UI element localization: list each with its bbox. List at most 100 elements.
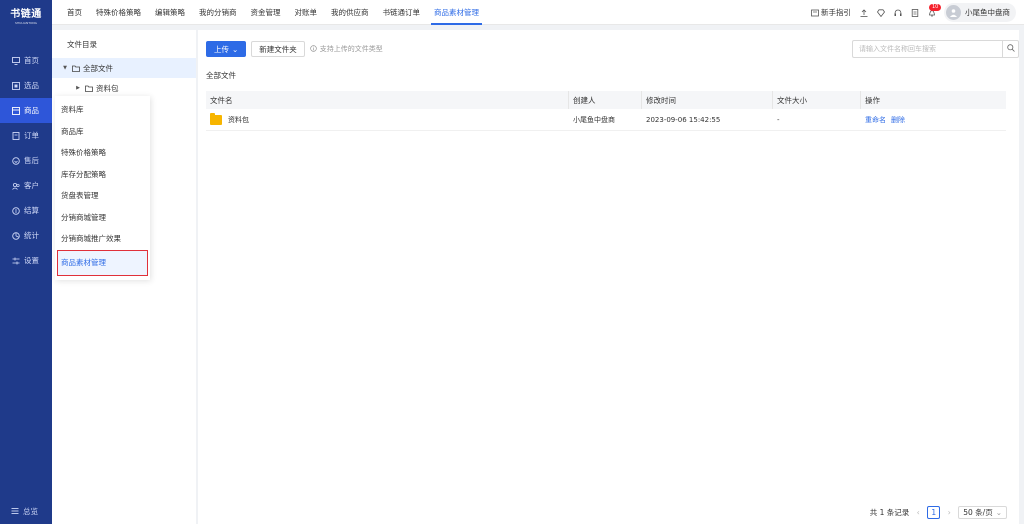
col-header-actions: 操作 xyxy=(865,95,880,105)
info-icon xyxy=(310,44,317,54)
main-content: 上传 ⌄ 新建文件夹 支持上传的文件类型 请输入文件名称回车搜索 全部文件 文件… xyxy=(198,30,1019,524)
tab-my-distributors[interactable]: 我的分销商 xyxy=(192,0,244,25)
tree-node-child[interactable]: ▶ 资料包 xyxy=(52,78,196,98)
file-table: 文件名 创建人 修改时间 文件大小 操作 资料包 小尾鱼中盘商 2023-09-… xyxy=(206,91,1006,131)
app-logo[interactable]: 书链通 SHULIANTONG xyxy=(0,0,52,30)
sidebar-overview-button[interactable]: 总览 xyxy=(0,502,52,520)
tab-slt-orders[interactable]: 书链通订单 xyxy=(376,0,428,25)
sidebar-item-label: 首页 xyxy=(24,56,39,65)
submenu-item-stock-strategy[interactable]: 库存分配策略 xyxy=(55,164,150,186)
tab-edit-strategy[interactable]: 编辑策略 xyxy=(148,0,192,25)
pagination: 共 1 条记录 ‹ 1 › 50 条/页 ⌄ xyxy=(870,506,1007,519)
new-folder-button[interactable]: 新建文件夹 xyxy=(251,41,305,57)
breadcrumb[interactable]: 全部文件 xyxy=(206,70,236,81)
top-bar: 首页 特殊价格策略 编辑策略 我的分销商 资金管理 对账单 我的供应商 书链通订… xyxy=(52,0,1024,25)
customer-icon xyxy=(11,181,20,190)
size-cell: - xyxy=(777,115,780,124)
settings-icon xyxy=(11,256,20,265)
col-header-size: 文件大小 xyxy=(773,91,861,109)
sidebar-item-label: 选品 xyxy=(24,81,39,90)
submenu-item-material[interactable]: 商品素材管理 xyxy=(57,249,148,276)
col-header-name: 文件名 xyxy=(206,91,569,109)
folder-icon xyxy=(210,112,222,125)
sidebar-item-customer[interactable]: 客户 xyxy=(0,173,52,198)
tree-node-label: 资料包 xyxy=(96,83,119,93)
sidebar-item-goods[interactable]: 商品 xyxy=(0,98,52,123)
toolbar: 上传 ⌄ 新建文件夹 支持上传的文件类型 xyxy=(206,41,383,57)
hint-label: 支持上传的文件类型 xyxy=(319,45,383,53)
main-sidebar: 书链通 SHULIANTONG 首页 选品 商品 订单 售后 客户 结算 统计 … xyxy=(0,0,52,524)
tree-node-label: 全部文件 xyxy=(83,63,113,73)
guide-label: 新手指引 xyxy=(821,8,851,17)
sidebar-item-select[interactable]: 选品 xyxy=(0,73,52,98)
sidebar-item-label: 订单 xyxy=(24,131,39,140)
rename-link[interactable]: 重命名 xyxy=(865,115,886,125)
submenu-item-library[interactable]: 资料库 xyxy=(55,99,150,121)
table-header: 文件名 创建人 修改时间 文件大小 操作 xyxy=(206,91,1006,109)
monitor-icon xyxy=(11,56,20,65)
submenu-item-goods-library[interactable]: 商品库 xyxy=(55,121,150,143)
upload-icon[interactable] xyxy=(859,8,868,17)
tab-funds[interactable]: 资金管理 xyxy=(244,0,288,25)
sidebar-nav: 首页 选品 商品 订单 售后 客户 结算 统计 设置 xyxy=(0,48,52,273)
search-box: 请输入文件名称回车搜索 xyxy=(852,40,1019,58)
aftersale-icon xyxy=(11,156,20,165)
file-name: 资料包 xyxy=(228,115,249,124)
sidebar-item-stats[interactable]: 统计 xyxy=(0,223,52,248)
next-page-icon[interactable]: › xyxy=(944,508,954,517)
tab-my-suppliers[interactable]: 我的供应商 xyxy=(324,0,376,25)
actions-cell: 重命名 删除 xyxy=(861,109,1006,130)
tree-node-root[interactable]: ▼ 全部文件 xyxy=(52,58,196,78)
sidebar-item-aftersale[interactable]: 售后 xyxy=(0,148,52,173)
sidebar-item-settings[interactable]: 设置 xyxy=(0,248,52,273)
diamond-icon[interactable] xyxy=(876,8,885,17)
sidebar-item-settle[interactable]: 结算 xyxy=(0,198,52,223)
submenu-item-special-price[interactable]: 特殊价格策略 xyxy=(55,142,150,164)
order-icon xyxy=(11,131,20,140)
user-menu[interactable]: 小尾鱼中盘商 xyxy=(944,3,1016,22)
chevron-down-icon: ⌄ xyxy=(232,44,239,54)
total-records: 共 1 条记录 xyxy=(869,508,910,517)
logo-brand: 书链通 xyxy=(10,9,42,20)
submenu-item-mall-promo[interactable]: 分销商城推广效果 xyxy=(55,228,150,250)
stats-icon xyxy=(11,231,20,240)
settle-icon xyxy=(11,206,20,215)
document-icon[interactable] xyxy=(910,8,919,17)
tab-statement[interactable]: 对账单 xyxy=(288,0,325,25)
headset-icon[interactable] xyxy=(893,8,902,17)
submenu-item-mall[interactable]: 分销商城管理 xyxy=(55,207,150,229)
creator-cell: 小尾鱼中盘商 xyxy=(573,115,615,124)
select-icon xyxy=(11,81,20,90)
submenu-item-pallet[interactable]: 货盘表管理 xyxy=(55,185,150,207)
col-header-modified: 修改时间 xyxy=(642,91,773,109)
modified-cell: 2023-09-06 15:42:55 xyxy=(646,115,721,124)
sidebar-item-home[interactable]: 首页 xyxy=(0,48,52,73)
upload-button[interactable]: 上传 ⌄ xyxy=(206,41,247,57)
file-types-hint[interactable]: 支持上传的文件类型 xyxy=(310,44,383,54)
sidebar-item-label: 设置 xyxy=(24,256,39,265)
prev-page-icon[interactable]: ‹ xyxy=(913,508,923,517)
tab-material-management[interactable]: 商品素材管理 xyxy=(427,0,486,25)
caret-down-icon[interactable]: ▼ xyxy=(61,65,69,71)
top-tabs: 首页 特殊价格策略 编辑策略 我的分销商 资金管理 对账单 我的供应商 书链通订… xyxy=(52,0,486,25)
sidebar-item-label: 结算 xyxy=(24,206,39,215)
search-input[interactable]: 请输入文件名称回车搜索 xyxy=(852,40,1002,58)
tab-home[interactable]: 首页 xyxy=(60,0,89,25)
guide-link[interactable]: 新手指引 xyxy=(810,7,851,18)
avatar xyxy=(946,5,961,20)
sidebar-item-order[interactable]: 订单 xyxy=(0,123,52,148)
delete-link[interactable]: 删除 xyxy=(891,115,905,125)
top-right-tools: 新手指引 小尾鱼中盘商 xyxy=(810,0,1016,25)
search-icon xyxy=(1006,44,1015,54)
table-row[interactable]: 资料包 小尾鱼中盘商 2023-09-06 15:42:55 - 重命名 删除 xyxy=(206,109,1006,131)
goods-icon xyxy=(11,106,20,115)
folder-icon xyxy=(85,85,93,92)
user-name: 小尾鱼中盘商 xyxy=(965,8,1010,17)
menu-icon xyxy=(11,507,19,515)
search-button[interactable] xyxy=(1002,40,1019,58)
current-page[interactable]: 1 xyxy=(927,506,941,519)
page-size-select[interactable]: 50 条/页 ⌄ xyxy=(958,506,1007,519)
caret-right-icon[interactable]: ▶ xyxy=(74,85,82,91)
file-name-cell[interactable]: 资料包 xyxy=(206,109,569,130)
tab-special-price[interactable]: 特殊价格策略 xyxy=(89,0,148,25)
